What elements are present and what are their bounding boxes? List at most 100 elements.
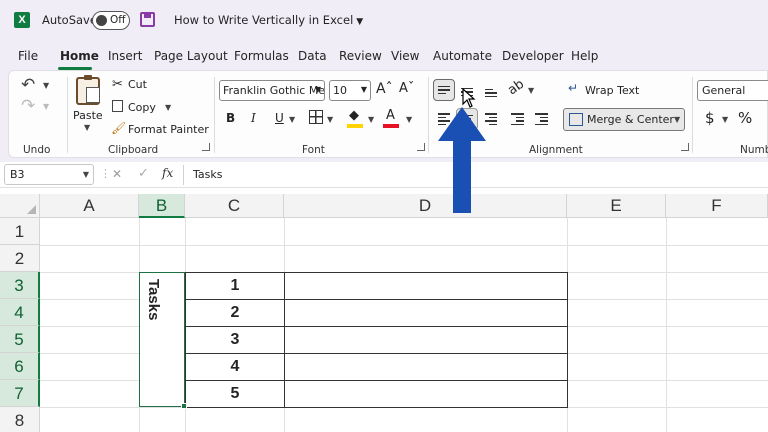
merge-center-button[interactable]: Merge & Center ▼: [563, 108, 685, 131]
tab-file[interactable]: File: [18, 49, 38, 63]
row-header-1[interactable]: 1: [0, 218, 40, 245]
merge-dropdown-icon[interactable]: ▼: [674, 115, 680, 124]
shrink-font-button[interactable]: Aˇ: [399, 81, 414, 96]
row-header-6[interactable]: 6: [0, 353, 40, 380]
bold-button[interactable]: B: [226, 111, 235, 125]
increase-indent-button[interactable]: [530, 108, 552, 130]
number-format-select[interactable]: General: [697, 80, 768, 101]
percent-button[interactable]: %: [738, 109, 752, 127]
autosave-toggle[interactable]: Off: [92, 11, 130, 30]
cell-d6[interactable]: [284, 353, 568, 381]
fill-color-icon[interactable]: ◆: [349, 108, 359, 123]
copy-button[interactable]: Copy: [128, 101, 156, 114]
column-header-a[interactable]: A: [40, 194, 139, 218]
tab-review[interactable]: Review: [339, 49, 382, 63]
font-size-select[interactable]: 10 ▼: [329, 80, 371, 101]
worksheet-grid[interactable]: A B C D E F 1 2 3 4 5 6 7 8 1 2 3 4 5 Ta…: [0, 194, 768, 432]
font-size-value: 10: [333, 84, 347, 97]
row-header-4[interactable]: 4: [0, 299, 40, 326]
tab-formulas[interactable]: Formulas: [234, 49, 289, 63]
paste-button[interactable]: Paste: [73, 109, 103, 122]
orientation-dropdown-icon[interactable]: ▼: [528, 86, 534, 95]
tab-help[interactable]: Help: [571, 49, 598, 63]
select-all-button[interactable]: [0, 194, 40, 218]
cell-d3[interactable]: [284, 272, 568, 300]
currency-button[interactable]: $: [705, 109, 715, 127]
group-label-alignment: Alignment: [529, 144, 583, 156]
increase-indent-icon: [534, 111, 548, 127]
insert-function-button[interactable]: fx: [162, 166, 173, 180]
row-header-8[interactable]: 8: [0, 407, 40, 432]
cancel-icon[interactable]: ✕: [112, 167, 122, 181]
currency-dropdown-icon[interactable]: ▼: [722, 115, 728, 124]
borders-dropdown-icon[interactable]: ▼: [327, 115, 333, 124]
tab-insert[interactable]: Insert: [108, 49, 142, 63]
cell-c6[interactable]: 4: [185, 353, 285, 381]
redo-dropdown-icon[interactable]: ▼: [43, 102, 49, 111]
cell-c4[interactable]: 2: [185, 299, 285, 327]
fill-color-dropdown-icon[interactable]: ▼: [368, 115, 374, 124]
row-header-2[interactable]: 2: [0, 245, 40, 272]
tab-data[interactable]: Data: [298, 49, 327, 63]
cell-d4[interactable]: [284, 299, 568, 327]
formula-input[interactable]: Tasks: [193, 168, 222, 181]
row-header-3[interactable]: 3: [0, 272, 40, 299]
underline-dropdown-icon[interactable]: ▼: [289, 115, 295, 124]
column-header-b[interactable]: B: [139, 194, 185, 218]
font-color-dropdown-icon[interactable]: ▼: [406, 115, 412, 124]
cut-button[interactable]: Cut: [128, 78, 147, 91]
cell-d7[interactable]: [284, 380, 568, 408]
fill-color-swatch: [347, 124, 363, 128]
paste-dropdown-icon[interactable]: ▼: [84, 123, 90, 132]
cell-c7[interactable]: 5: [185, 380, 285, 408]
align-right-icon: [485, 111, 497, 127]
fill-handle[interactable]: [181, 403, 187, 409]
wrap-text-button[interactable]: Wrap Text: [585, 84, 639, 97]
undo-dropdown-icon[interactable]: ▼: [43, 81, 49, 90]
copy-dropdown-icon[interactable]: ▼: [165, 103, 171, 112]
title-bar: X AutoSave Off How to Write Vertically i…: [0, 0, 768, 42]
merge-center-label: Merge & Center: [587, 113, 674, 126]
tab-page-layout[interactable]: Page Layout: [154, 49, 228, 63]
borders-icon[interactable]: [309, 110, 323, 124]
column-header-e[interactable]: E: [567, 194, 666, 218]
save-icon[interactable]: [140, 12, 155, 27]
cell-d5[interactable]: [284, 326, 568, 354]
cut-icon: ✂: [112, 77, 123, 92]
format-painter-button[interactable]: Format Painter: [128, 123, 209, 136]
italic-button[interactable]: I: [251, 111, 256, 125]
merged-cell-b3-b7[interactable]: Tasks: [139, 272, 185, 407]
bottom-align-button[interactable]: [480, 82, 502, 104]
data-table: 1 2 3 4 5: [185, 272, 568, 408]
row-header-5[interactable]: 5: [0, 326, 40, 353]
font-launcher-icon[interactable]: [417, 143, 425, 151]
font-color-button[interactable]: A: [386, 108, 395, 123]
ribbon-separator: [67, 77, 68, 153]
tab-view[interactable]: View: [391, 49, 419, 63]
chevron-down-icon: ▼: [82, 170, 89, 179]
clipboard-launcher-icon[interactable]: [202, 143, 210, 151]
tab-home[interactable]: Home: [60, 49, 99, 63]
more-options-icon[interactable]: ⋮: [100, 167, 111, 180]
top-align-button[interactable]: [433, 79, 455, 101]
grow-font-button[interactable]: Aˆ: [376, 81, 393, 97]
underline-button[interactable]: U: [275, 111, 284, 125]
column-header-c[interactable]: C: [185, 194, 284, 218]
column-header-f[interactable]: F: [666, 194, 768, 218]
cell-c3[interactable]: 1: [185, 272, 285, 300]
font-name-select[interactable]: Franklin Gothic Me ▼: [219, 80, 325, 101]
column-header-d[interactable]: D: [284, 194, 567, 218]
document-title[interactable]: How to Write Vertically in Excel ▼: [174, 13, 363, 27]
paste-icon[interactable]: [76, 75, 100, 105]
tab-developer[interactable]: Developer: [502, 49, 564, 63]
tab-automate[interactable]: Automate: [433, 49, 492, 63]
name-box[interactable]: B3 ▼: [4, 164, 94, 185]
row-header-7[interactable]: 7: [0, 380, 40, 407]
cell-c5[interactable]: 3: [185, 326, 285, 354]
decrease-indent-button[interactable]: [506, 108, 528, 130]
alignment-launcher-icon[interactable]: [681, 143, 689, 151]
redo-icon[interactable]: ↷: [21, 96, 35, 116]
undo-icon[interactable]: ↶: [21, 75, 35, 95]
orientation-icon[interactable]: ab: [505, 77, 527, 99]
enter-icon[interactable]: ✓: [138, 166, 149, 181]
